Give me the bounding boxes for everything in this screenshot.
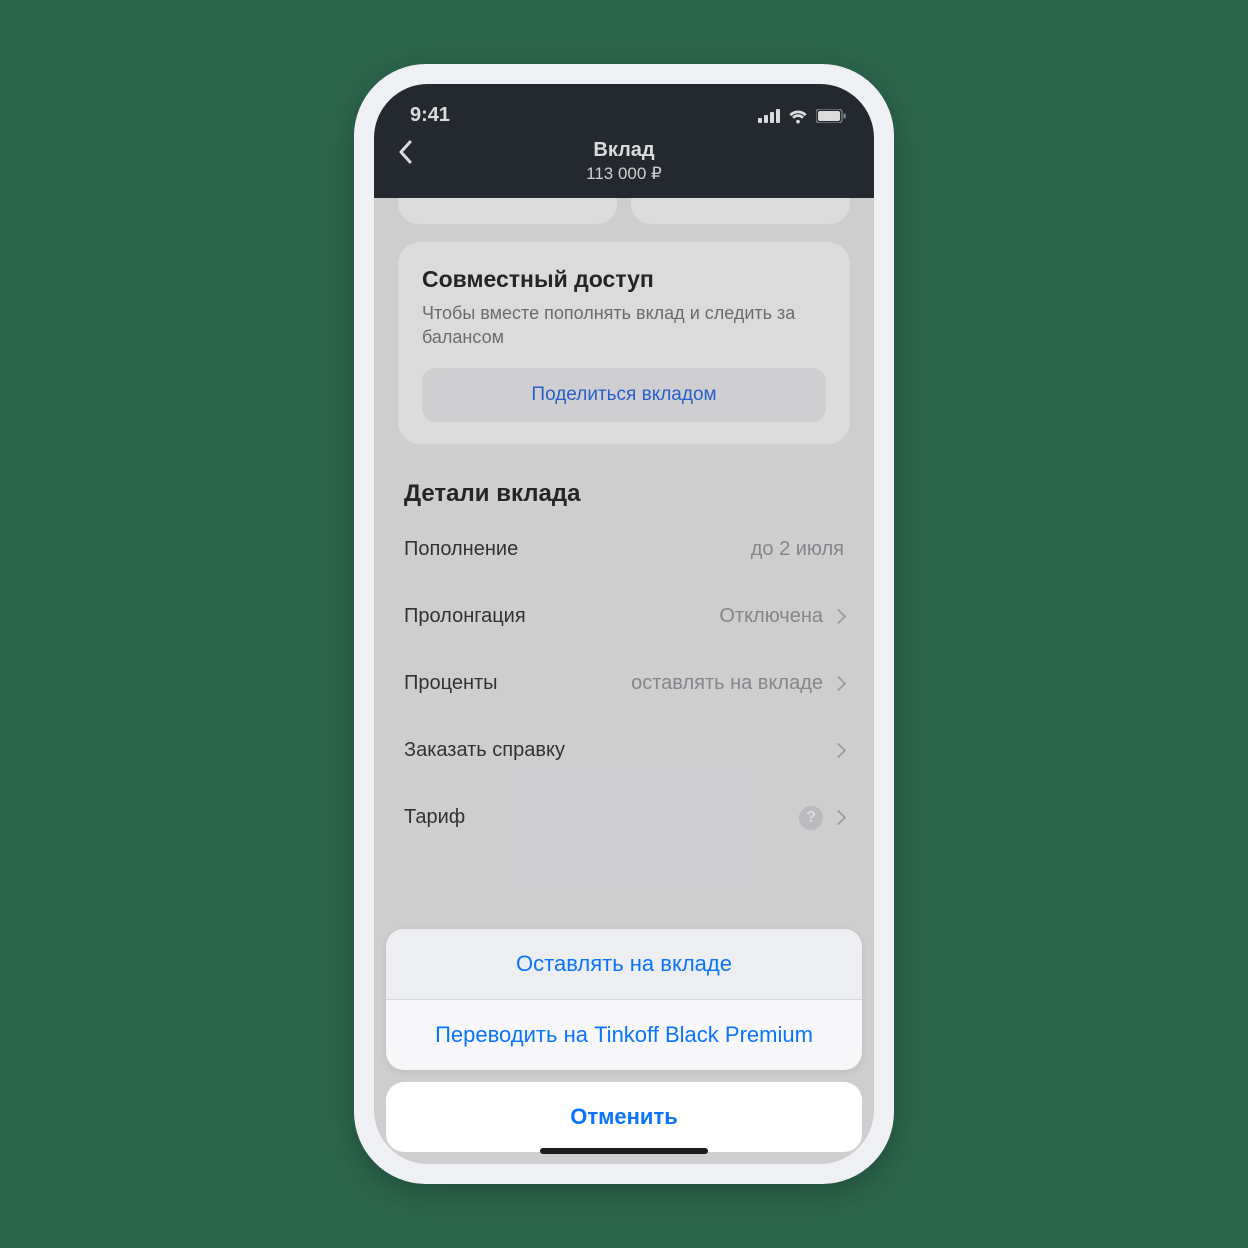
sheet-option-keep-on-deposit[interactable]: Оставлять на вкладе <box>386 929 862 999</box>
card-stub <box>631 198 850 224</box>
row-label: Проценты <box>404 672 498 695</box>
chevron-left-icon <box>398 140 413 164</box>
sheet-option-transfer-premium[interactable]: Переводить на Tinkoff Black Premium <box>386 1000 862 1070</box>
row-statement[interactable]: Заказать справку <box>374 717 874 784</box>
prev-cards-stub <box>374 198 874 242</box>
row-tariff[interactable]: Тариф ? <box>374 784 874 852</box>
details-title: Детали вклада <box>374 480 874 516</box>
share-access-card: Совместный доступ Чтобы вместе пополнять… <box>398 242 850 444</box>
phone-frame: 9:41 Вклад 113 000 ₽ <box>354 64 894 1184</box>
home-indicator[interactable] <box>540 1148 708 1154</box>
content-area: Совместный доступ Чтобы вместе пополнять… <box>374 198 874 852</box>
page-subtitle: 113 000 ₽ <box>374 164 874 184</box>
share-card-title: Совместный доступ <box>422 266 826 293</box>
row-value: Отключена <box>719 605 823 628</box>
row-label: Заказать справку <box>404 739 565 762</box>
chevron-right-icon <box>831 608 847 624</box>
chevron-right-icon <box>831 742 847 758</box>
chevron-right-icon <box>831 810 847 826</box>
status-time: 9:41 <box>410 104 450 127</box>
wifi-icon <box>787 108 809 124</box>
action-sheet-cancel-group: Отменить <box>386 1082 862 1152</box>
action-sheet: Оставлять на вкладе Переводить на Tinkof… <box>374 929 874 1164</box>
row-topup: Пополнение до 2 июля <box>374 516 874 583</box>
share-card-desc: Чтобы вместе пополнять вклад и следить з… <box>422 301 826 350</box>
card-stub <box>398 198 617 224</box>
sheet-cancel-button[interactable]: Отменить <box>386 1082 862 1152</box>
page-title: Вклад <box>374 139 874 162</box>
row-label: Тариф <box>404 806 465 829</box>
row-value: оставлять на вкладе <box>631 672 823 695</box>
cellular-icon <box>758 109 780 123</box>
phone-screen: 9:41 Вклад 113 000 ₽ <box>374 84 874 1164</box>
status-bar: 9:41 <box>374 98 874 129</box>
chevron-right-icon <box>831 675 847 691</box>
status-indicators <box>758 108 846 124</box>
action-sheet-options: Оставлять на вкладе Переводить на Tinkof… <box>386 929 862 1070</box>
share-deposit-button[interactable]: Поделиться вкладом <box>422 368 826 422</box>
top-bar: 9:41 Вклад 113 000 ₽ <box>374 84 874 198</box>
row-value: до 2 июля <box>751 538 844 561</box>
row-label: Пролонгация <box>404 605 526 628</box>
nav-bar: Вклад 113 000 ₽ <box>374 129 874 198</box>
row-prolongation[interactable]: Пролонгация Отключена <box>374 583 874 650</box>
battery-icon <box>816 109 846 123</box>
row-interest[interactable]: Проценты оставлять на вкладе <box>374 650 874 717</box>
help-icon[interactable]: ? <box>799 806 823 830</box>
row-label: Пополнение <box>404 538 518 561</box>
